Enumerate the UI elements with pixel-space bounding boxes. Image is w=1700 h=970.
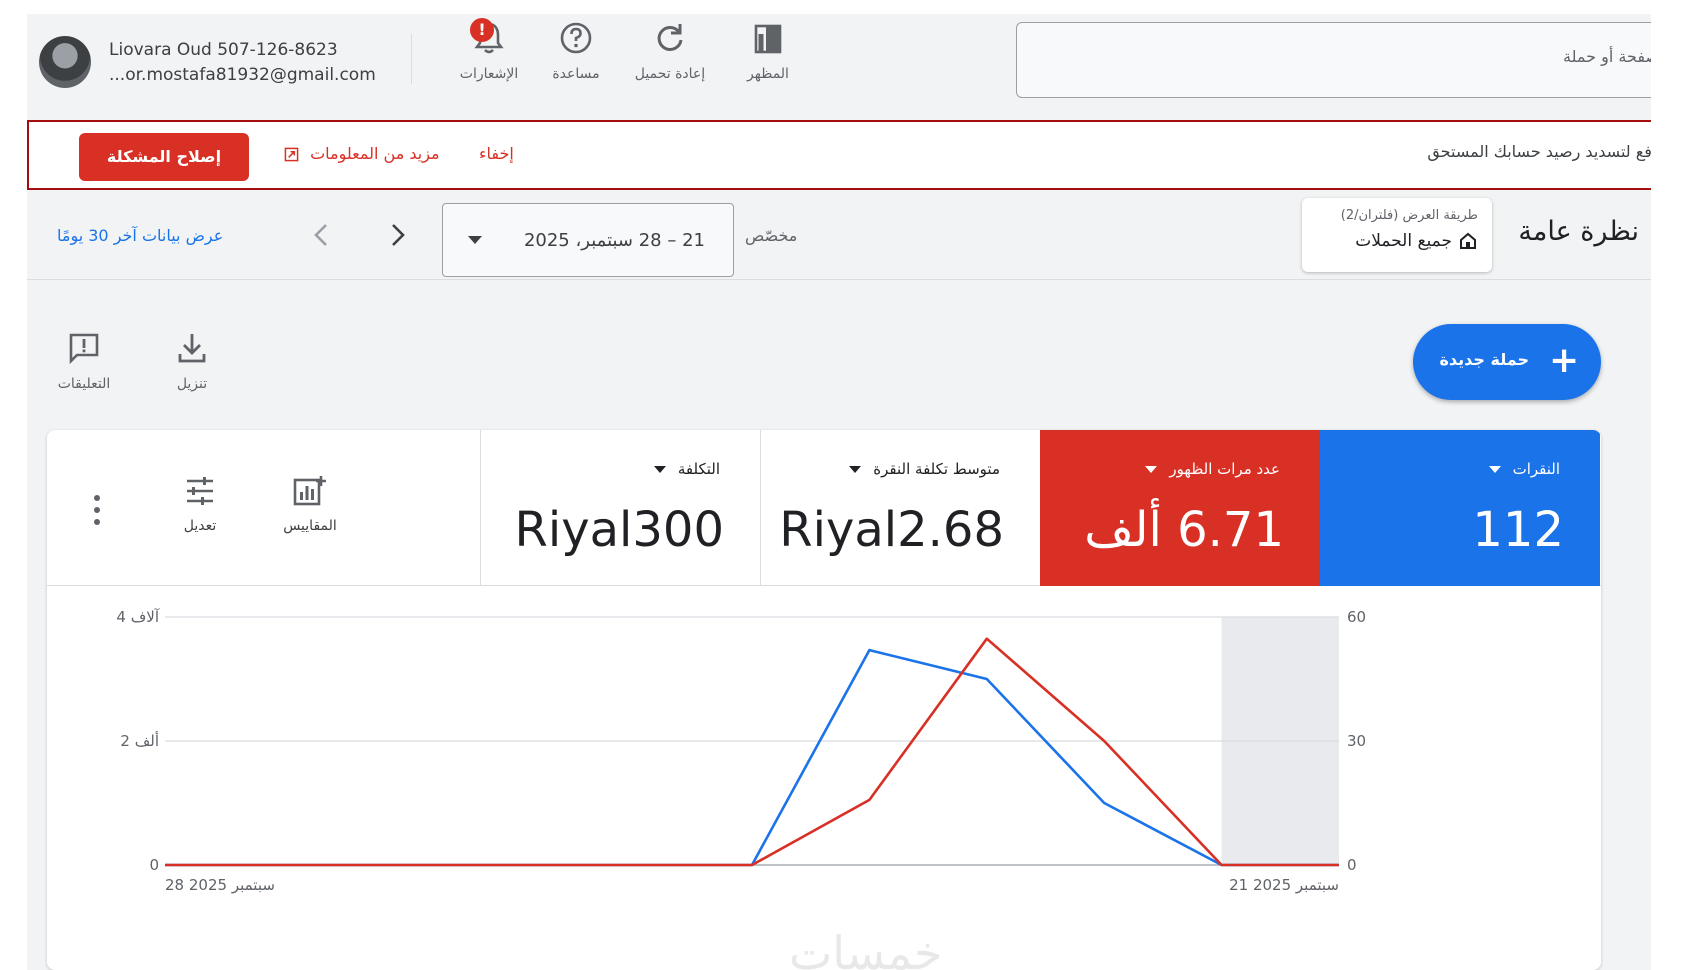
y-left-tick-label: 2 ألف: [120, 731, 159, 750]
notifications-button[interactable]: ! الإشعارات: [441, 18, 537, 98]
clicks-label: النقرات: [1488, 460, 1560, 478]
account-switcher[interactable]: Liovara Oud 507-126-8623 ...or.mostafa81…: [37, 32, 407, 92]
metrics-button[interactable]: المقاييس: [265, 474, 355, 534]
notifications-label: الإشعارات: [459, 66, 519, 82]
feedback-button[interactable]: التعليقات: [49, 330, 119, 392]
avg-cpc-label: متوسط تكلفة النقرة: [849, 460, 1000, 478]
view-value-text: جميع الحملات: [1355, 231, 1452, 251]
date-range-picker[interactable]: 21 – 28 سبتمبر، 2025: [442, 203, 734, 277]
account-name: Liovara Oud 507-126-8623: [109, 40, 338, 60]
hide-alert-link[interactable]: إخفاء: [479, 144, 514, 163]
date-range-text: 21 – 28 سبتمبر، 2025: [523, 230, 705, 251]
caret-down-icon: [1145, 466, 1158, 473]
adjust-button[interactable]: تعديل: [155, 474, 245, 534]
feedback-label: التعليقات: [57, 376, 111, 392]
x-tick-label-end: 21 سبتمبر 2025: [1229, 876, 1339, 894]
google-ads-app: Liovara Oud 507-126-8623 ...or.mostafa81…: [27, 14, 1651, 970]
y-right-tick-label: 30: [1347, 732, 1366, 750]
caret-down-icon: [849, 466, 862, 473]
download-label: تنزيل: [176, 376, 208, 392]
last-30-days-link[interactable]: عرض بيانات آخر 30 يومًا: [57, 226, 223, 245]
avg-cpc-value: Riyal2.68: [779, 502, 1004, 558]
avatar[interactable]: [39, 36, 91, 88]
view-selector[interactable]: طريقة العرض (فلتران/2) جميع الحملات: [1302, 198, 1492, 272]
x-tick-label-start: 28 سبتمبر 2025: [165, 876, 275, 894]
feedback-icon: [69, 333, 99, 365]
download-button[interactable]: تنزيل: [157, 330, 227, 392]
range-type-label: مخصّص: [745, 226, 798, 245]
y-right-tick-label: 0: [1347, 856, 1357, 874]
reload-button[interactable]: إعادة تحميل: [622, 18, 718, 98]
chevron-left-icon[interactable]: [307, 220, 337, 250]
top-header: Liovara Oud 507-126-8623 ...or.mostafa81…: [27, 14, 1651, 104]
caret-down-icon: [1488, 466, 1501, 473]
appearance-label: المظهر: [747, 66, 789, 82]
y-left-tick-label: 0: [149, 856, 159, 874]
header-divider: [411, 34, 412, 84]
alert-message: .فع لتسديد رصيد حسابك المستحق: [1427, 142, 1651, 161]
clicks-value: 112: [1472, 502, 1564, 558]
billing-alert-banner: .فع لتسديد رصيد حسابك المستحق إخفاء مزيد…: [27, 120, 1651, 190]
download-icon: [178, 334, 206, 363]
cost-label: التكلفة: [653, 460, 720, 478]
tune-icon: [187, 477, 213, 505]
search-placeholder: صفحة أو حملة: [1563, 47, 1651, 66]
account-email: ...or.mostafa81932@gmail.com: [109, 65, 376, 85]
new-campaign-button[interactable]: + حملة جديدة: [1413, 324, 1601, 400]
overview-bar: نظرة عامة طريقة العرض (فلتران/2) جميع ال…: [27, 190, 1651, 280]
impressions-value: 6.71 ألف: [1084, 502, 1284, 558]
more-info-label: مزيد من المعلومات: [310, 144, 440, 163]
refresh-icon: [657, 24, 683, 51]
metrics-label: المقاييس: [283, 518, 337, 534]
new-campaign-label: حملة جديدة: [1439, 350, 1529, 369]
add-chart-icon: [293, 476, 326, 506]
impressions-series-line: [165, 637, 1339, 867]
clicks-series-line: [165, 648, 1339, 867]
help-button[interactable]: مساعدة: [528, 18, 624, 98]
performance-chart: 4 آلاف 60 2 ألف 30 0 0 28 سبتمبر 2025 21 سبتمبر…: [116, 608, 1366, 894]
caret-down-icon: [468, 236, 482, 244]
help-label: مساعدة: [552, 66, 600, 82]
view-selector-label: طريقة العرض (فلتران/2): [1340, 208, 1478, 223]
caret-down-icon: [653, 466, 666, 473]
appearance-icon: [754, 24, 782, 54]
view-selector-value: جميع الحملات: [1302, 231, 1478, 251]
home-icon: [1460, 232, 1476, 249]
cost-value: Riyal300: [514, 502, 724, 558]
chevron-right-icon[interactable]: [382, 220, 412, 250]
metric-tile-impressions[interactable]: عدد مرات الظهور 6.71 ألف: [1040, 430, 1320, 586]
impressions-label: عدد مرات الظهور: [1145, 460, 1280, 478]
adjust-label: تعديل: [183, 518, 217, 534]
appearance-button[interactable]: المظهر: [720, 18, 816, 98]
metric-tile-clicks[interactable]: النقرات 112: [1320, 430, 1600, 586]
more-info-link[interactable]: مزيد من المعلومات: [284, 144, 440, 163]
fix-issue-button[interactable]: إصلاح المشكلة: [79, 133, 249, 181]
page-title: نظرة عامة: [1518, 216, 1639, 247]
y-right-tick-label: 60: [1347, 608, 1366, 626]
open-in-new-icon: [284, 147, 299, 162]
more-vert-icon[interactable]: [87, 490, 107, 530]
plus-icon: +: [1549, 340, 1580, 381]
metric-tile-avg-cpc[interactable]: متوسط تكلفة النقرة Riyal2.68: [760, 430, 1040, 586]
notification-badge: !: [470, 18, 494, 42]
metric-tile-cost[interactable]: التكلفة Riyal300: [480, 430, 760, 586]
search-input[interactable]: صفحة أو حملة: [1016, 22, 1651, 98]
metric-tiles: تعديل المقاييس التكلفة Riyal300 متوسط تك…: [47, 430, 1601, 586]
y-left-tick-label: 4 آلاف: [116, 608, 159, 626]
performance-card: تعديل المقاييس التكلفة Riyal300 متوسط تك…: [47, 430, 1601, 970]
help-icon: [560, 22, 592, 54]
reload-label: إعادة تحميل: [634, 66, 706, 82]
watermark: خمسات: [789, 926, 943, 970]
